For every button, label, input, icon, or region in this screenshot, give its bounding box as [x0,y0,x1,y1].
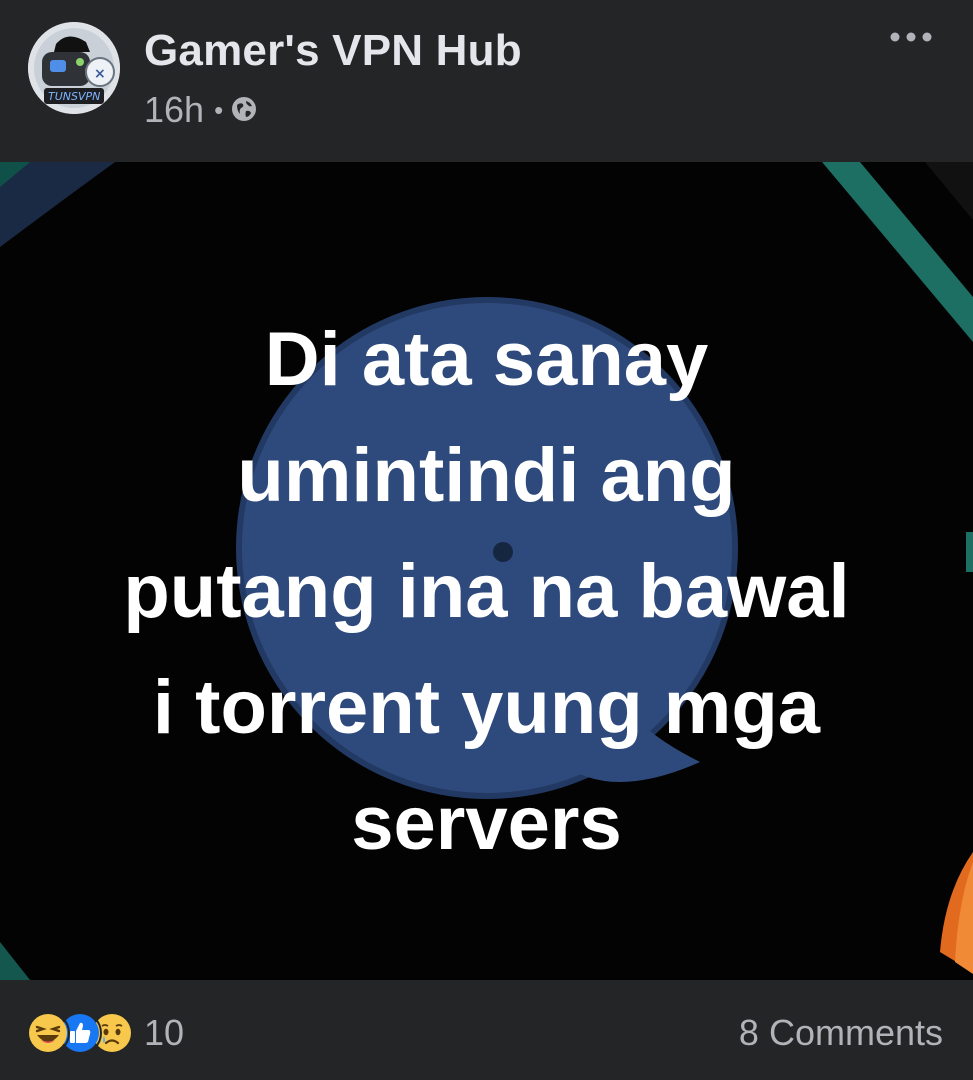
reaction-count: 10 [144,1012,185,1053]
post-timestamp[interactable]: 16h [144,89,204,131]
meta-separator: • [214,94,224,125]
caption-line: Di ata sanay [264,317,709,402]
post-header: × TUNSVPN Gamer's VPN Hub 16h • [0,0,973,162]
post-image[interactable]: Di ata sanay umintindi ang putang ina na… [0,162,973,980]
haha-icon [26,1011,70,1055]
page-name-link[interactable]: Gamer's VPN Hub [144,26,522,76]
reactions-summary[interactable]: 10 [26,1011,185,1055]
more-options-button[interactable] [886,22,936,52]
image-caption-text: Di ata sanay umintindi ang putang ina na… [20,302,953,882]
globe-icon [231,89,257,131]
caption-line: i torrent yung mga [152,665,821,750]
svg-text:×: × [94,66,106,82]
caption-line: putang ina na bawal [123,549,850,634]
comments-count-link[interactable]: 8 Comments [739,1012,943,1054]
more-horizontal-icon [890,32,932,42]
avatar-logo-text: TUNSVPN [48,90,100,103]
page-avatar[interactable]: × TUNSVPN [28,22,120,114]
post-meta: 16h • [144,89,257,131]
caption-line: servers [351,781,622,866]
caption-line: umintindi ang [237,433,736,518]
